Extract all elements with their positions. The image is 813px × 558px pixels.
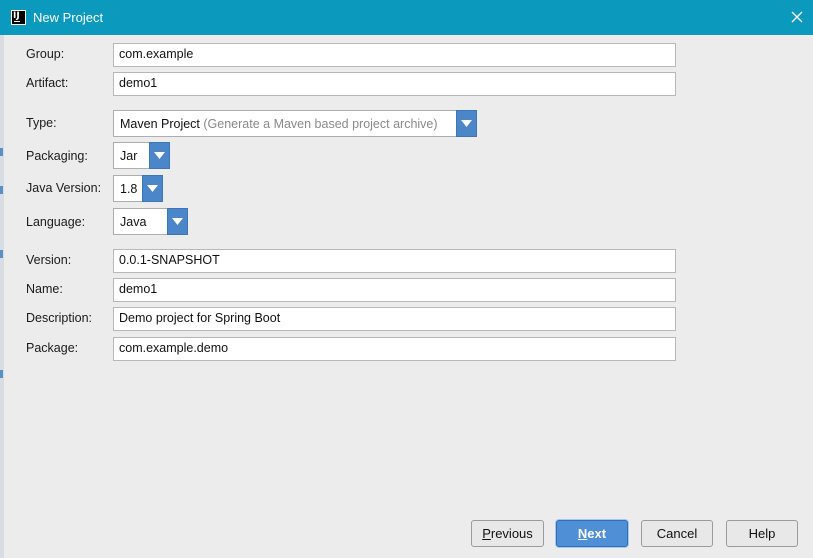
watermark-text: http://blog.csdn.net/qq_25324335: [256, 281, 523, 299]
background-window-edge: [0, 35, 4, 558]
language-value: Java: [120, 214, 147, 229]
chevron-down-icon[interactable]: [149, 142, 170, 169]
artifact-label: Artifact:: [26, 76, 69, 90]
cancel-button[interactable]: Cancel: [641, 520, 713, 547]
window-title: New Project: [33, 10, 104, 25]
app-icon-text: IJ: [13, 11, 20, 21]
language-dropdown[interactable]: Java: [113, 208, 188, 235]
next-button[interactable]: Next: [556, 520, 628, 547]
package-field[interactable]: com.example.demo: [113, 337, 676, 361]
close-icon[interactable]: [789, 9, 805, 25]
java-version-label: Java Version:: [26, 181, 102, 195]
description-label: Description:: [26, 311, 92, 325]
previous-label: revious: [490, 526, 533, 541]
chevron-down-icon[interactable]: [142, 175, 163, 202]
chevron-down-icon[interactable]: [167, 208, 188, 235]
language-label: Language:: [26, 215, 86, 229]
type-value: Maven Project: [120, 116, 200, 131]
packaging-value: Jar: [120, 148, 138, 163]
previous-button[interactable]: Previous: [471, 520, 544, 547]
next-mnemonic: N: [577, 526, 588, 541]
package-label: Package:: [26, 341, 79, 355]
chevron-down-icon[interactable]: [456, 110, 477, 137]
description-field[interactable]: Demo project for Spring Boot: [113, 307, 676, 331]
next-label: ext: [587, 526, 607, 541]
packaging-label: Packaging:: [26, 149, 88, 163]
name-label: Name:: [26, 282, 63, 296]
group-field[interactable]: com.example: [113, 43, 676, 67]
intellij-app-icon: IJ: [11, 10, 26, 25]
artifact-field[interactable]: demo1: [113, 72, 676, 96]
java-version-dropdown[interactable]: 1.8: [113, 175, 163, 202]
help-button[interactable]: Help: [726, 520, 798, 547]
group-label: Group:: [26, 47, 65, 61]
previous-mnemonic: P: [482, 526, 491, 541]
version-label: Version:: [26, 253, 72, 267]
type-label: Type:: [26, 116, 57, 130]
type-hint: (Generate a Maven based project archive): [203, 116, 438, 131]
type-dropdown[interactable]: Maven Project (Generate a Maven based pr…: [113, 110, 477, 137]
version-field[interactable]: 0.0.1-SNAPSHOT: [113, 249, 676, 273]
title-bar: IJ New Project: [0, 0, 813, 35]
packaging-dropdown[interactable]: Jar: [113, 142, 170, 169]
java-version-value: 1.8: [120, 181, 138, 196]
